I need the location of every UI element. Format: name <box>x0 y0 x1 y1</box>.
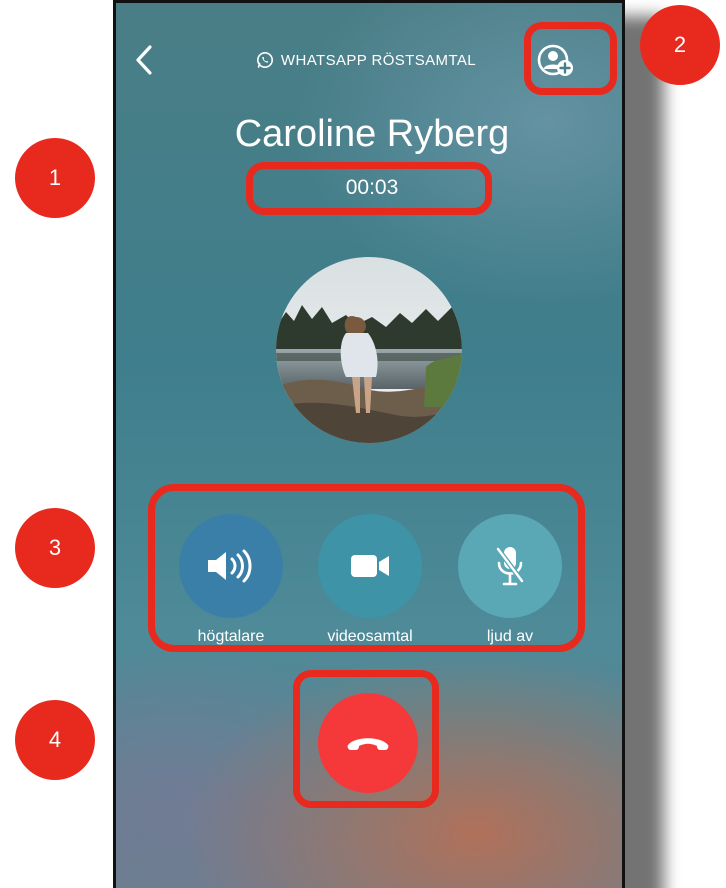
caller-name: Caroline Ryberg <box>234 113 510 155</box>
whatsapp-icon <box>256 52 273 68</box>
back-button[interactable] <box>130 43 160 77</box>
call-type-title: WHATSAPP RÖSTSAMTAL <box>236 49 496 71</box>
canvas: WHATSAPP RÖSTSAMTAL Caroline Ryberg 00:0… <box>0 0 726 888</box>
highlight-call-timer <box>246 162 492 215</box>
highlight-call-controls <box>148 484 585 652</box>
annotation-badge-4: 4 <box>15 700 95 780</box>
chevron-left-icon <box>136 45 152 75</box>
caller-avatar <box>276 257 462 443</box>
annotation-badge-3: 3 <box>15 508 95 588</box>
annotation-badge-1: 1 <box>15 138 95 218</box>
annotation-badge-2: 2 <box>640 5 720 85</box>
call-type-label: WHATSAPP RÖSTSAMTAL <box>280 51 477 69</box>
highlight-add-participant <box>524 22 617 95</box>
highlight-end-call <box>293 670 439 808</box>
